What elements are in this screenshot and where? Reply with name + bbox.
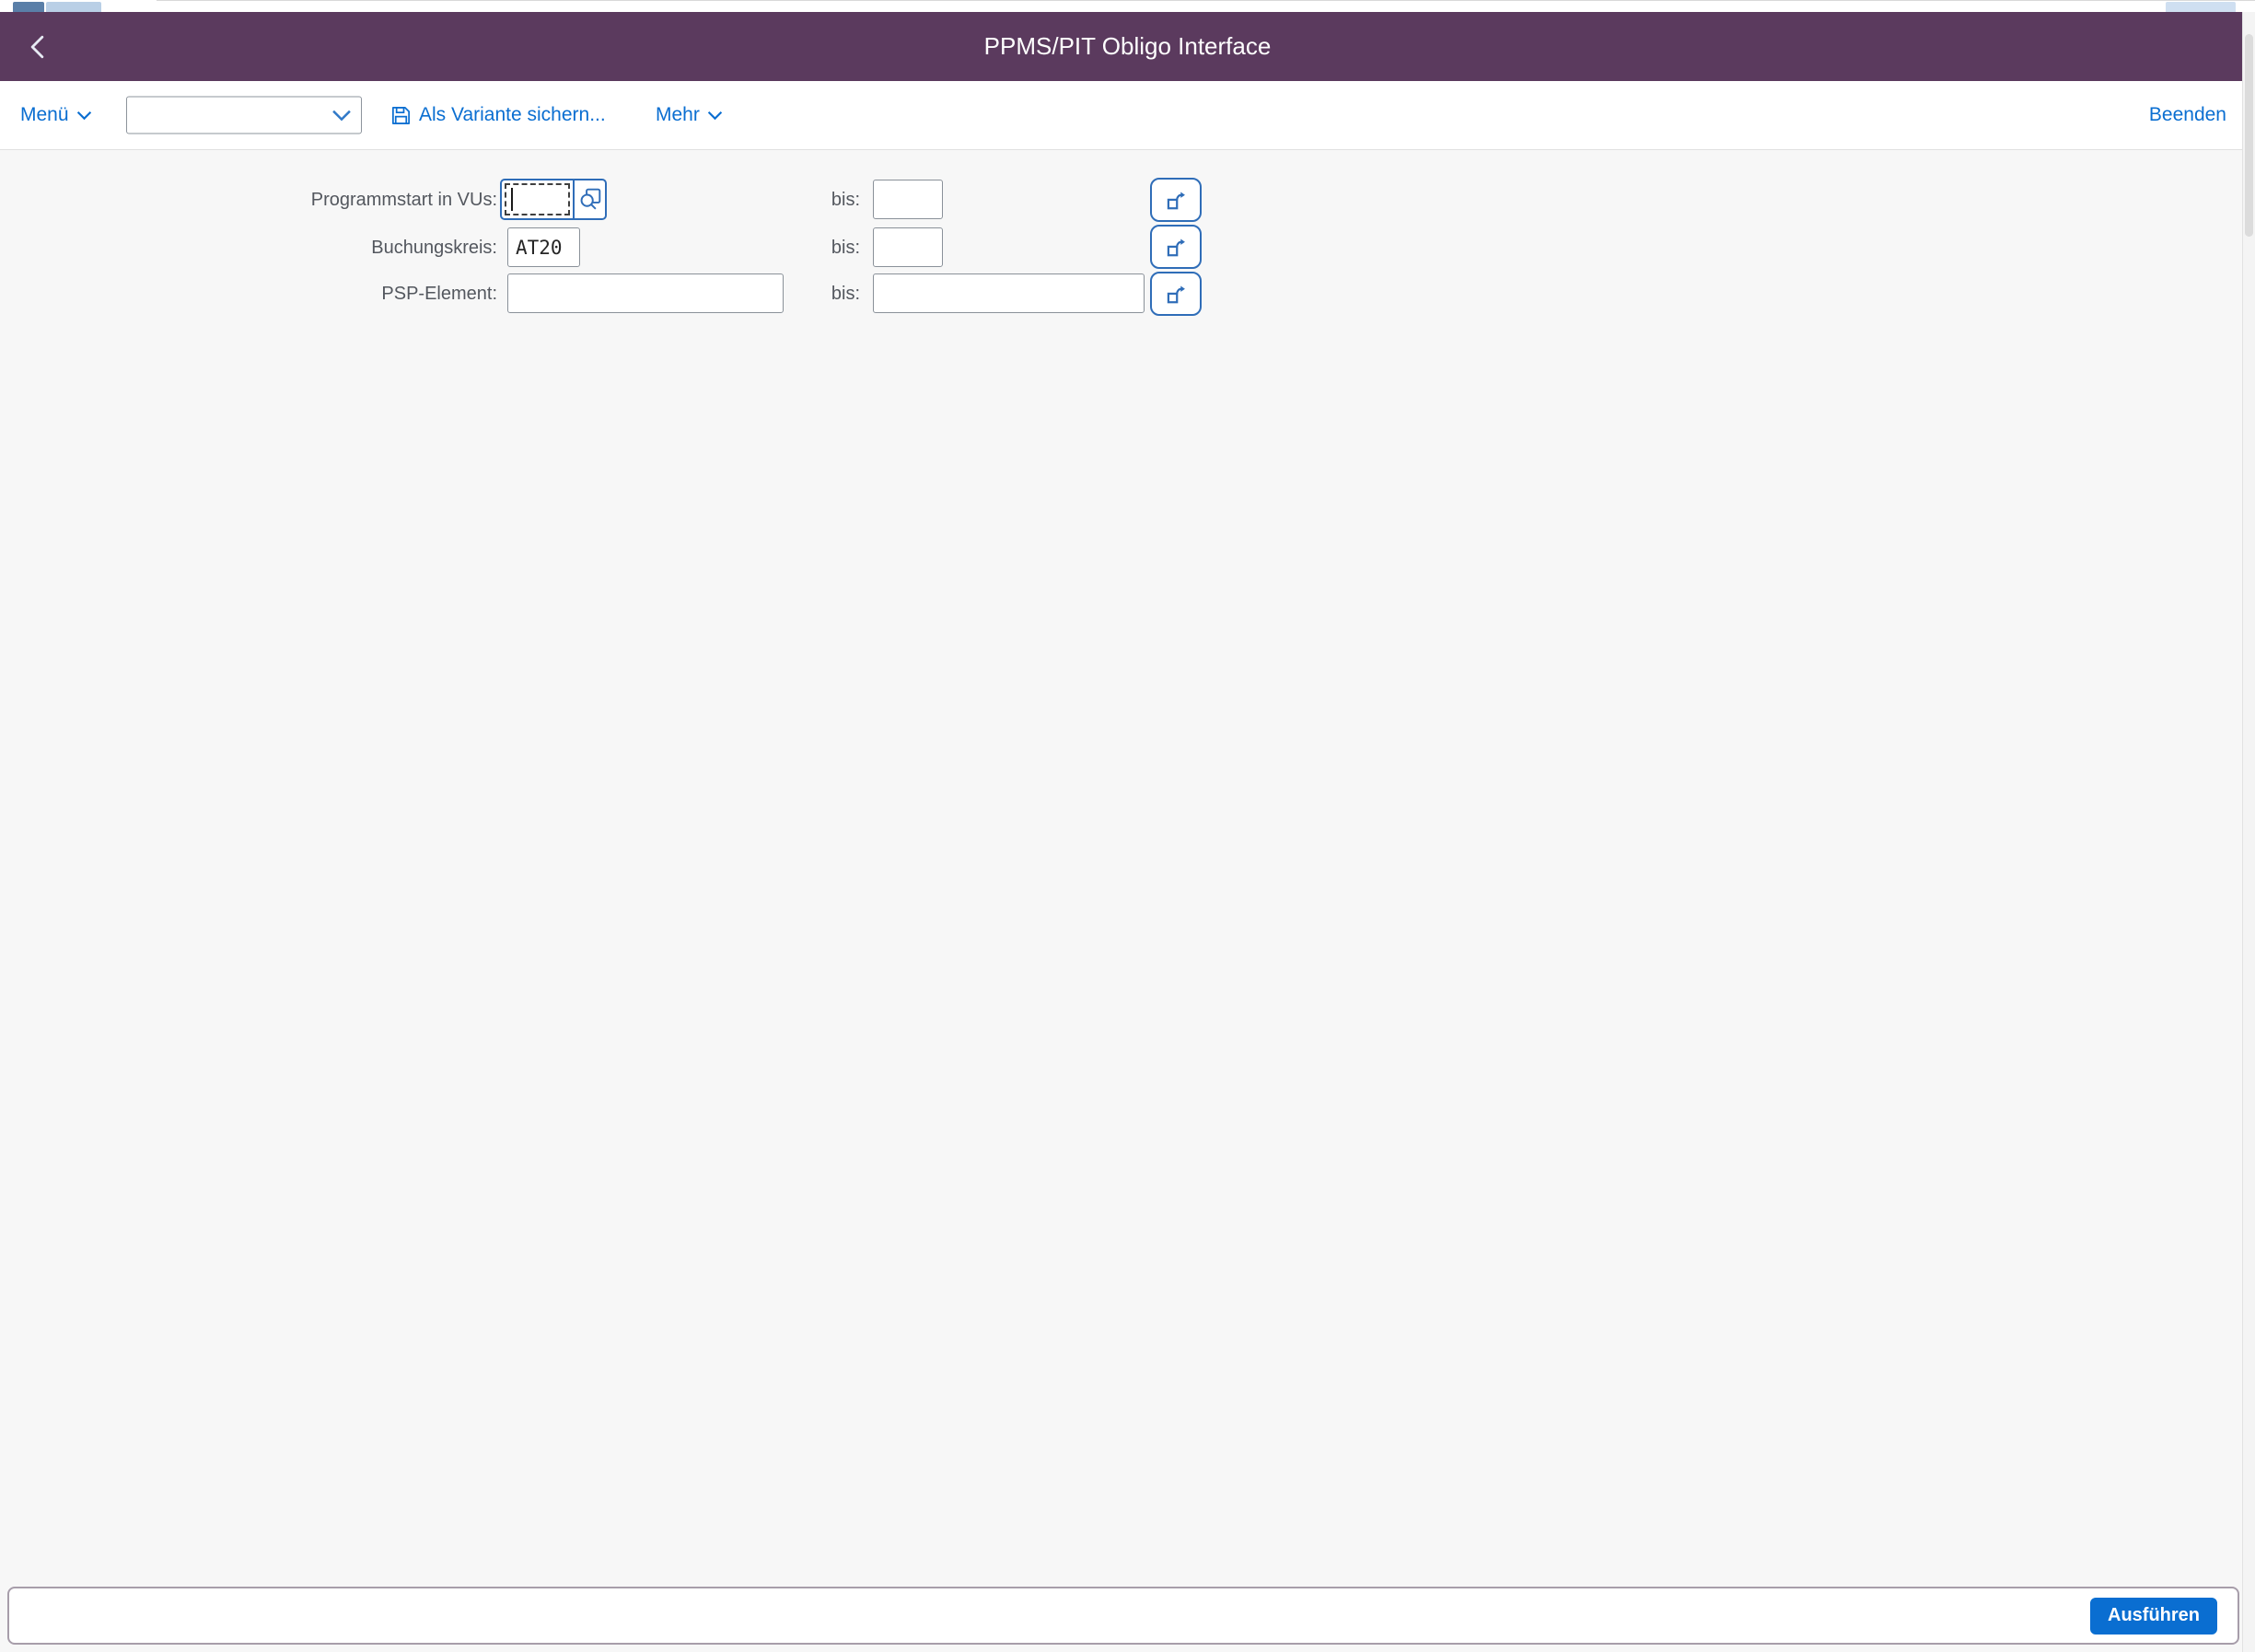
- form-row-programmstart: Programmstart in VUs: bis:: [0, 178, 1289, 222]
- header-toolbar: Menü Als Variante sichern... Mehr Beende…: [0, 81, 2255, 150]
- buchungskreis-von-input[interactable]: [507, 227, 580, 267]
- shell-header: PPMS/PIT Obligo Interface: [0, 12, 2255, 81]
- value-help-magnifier-icon: [580, 188, 601, 210]
- buchungskreis-bis-label: bis:: [831, 238, 860, 258]
- scrollbar-thumb[interactable]: [2245, 34, 2253, 237]
- programmstart-von-focus-rect: [505, 183, 570, 215]
- vertical-scrollbar[interactable]: [2242, 12, 2255, 1652]
- chevron-down-icon[interactable]: [331, 109, 352, 122]
- chevron-down-icon: [707, 111, 723, 120]
- exit-button-label: Beenden: [2148, 104, 2226, 125]
- browser-window-edge: [157, 0, 2255, 1]
- range-selection-icon: [1167, 238, 1185, 256]
- menu-button-label: Menü: [20, 104, 69, 125]
- range-selection-icon: [1167, 285, 1185, 303]
- menu-button[interactable]: Menü: [20, 104, 92, 126]
- exit-button[interactable]: Beenden: [2149, 104, 2226, 126]
- save-variant-button[interactable]: Als Variante sichern...: [390, 104, 606, 126]
- psp-element-von-input[interactable]: [507, 273, 784, 313]
- execute-button[interactable]: Ausführen: [2090, 1597, 2217, 1635]
- more-button[interactable]: Mehr: [656, 104, 723, 126]
- programmstart-bis-label: bis:: [831, 190, 860, 210]
- browser-tab-fragment: [13, 2, 44, 12]
- programmstart-von-input[interactable]: [506, 185, 568, 214]
- form-row-psp-element: PSP-Element: bis:: [0, 272, 1289, 316]
- buchungskreis-range-button[interactable]: [1150, 225, 1202, 269]
- save-variant-label: Als Variante sichern...: [419, 104, 606, 125]
- variant-combobox-input[interactable]: [127, 97, 331, 134]
- psp-element-bis-label: bis:: [831, 284, 860, 304]
- more-button-label: Mehr: [656, 104, 700, 125]
- variant-combobox[interactable]: [126, 96, 362, 134]
- text-caret: [511, 188, 513, 211]
- psp-element-label: PSP-Element:: [381, 284, 497, 304]
- form-row-buchungskreis: Buchungskreis: bis:: [0, 225, 1289, 269]
- programmstart-von-field[interactable]: [500, 179, 607, 220]
- browser-tab-fragment: [46, 2, 101, 12]
- programmstart-range-button[interactable]: [1150, 178, 1202, 222]
- programmstart-label: Programmstart in VUs:: [310, 190, 497, 210]
- range-selection-icon: [1167, 192, 1185, 209]
- psp-element-bis-input[interactable]: [873, 273, 1145, 313]
- selection-screen: Programmstart in VUs: bis: Buchungskreis…: [0, 150, 2255, 1652]
- browser-tab-strip: [0, 0, 2255, 12]
- buchungskreis-bis-input[interactable]: [873, 227, 943, 267]
- execute-button-label: Ausführen: [2108, 1605, 2200, 1625]
- browser-tab-fragment: [2166, 2, 2236, 12]
- programmstart-bis-input[interactable]: [873, 180, 943, 219]
- status-message: [22, 1588, 2090, 1643]
- value-help-button[interactable]: [573, 180, 605, 218]
- buchungskreis-label: Buchungskreis:: [371, 238, 497, 258]
- psp-element-range-button[interactable]: [1150, 272, 1202, 316]
- page-title: PPMS/PIT Obligo Interface: [983, 32, 1272, 60]
- footer-message-bar: Ausführen: [7, 1587, 2239, 1645]
- floppy-disk-icon: [392, 106, 410, 124]
- chevron-down-icon: [76, 111, 91, 120]
